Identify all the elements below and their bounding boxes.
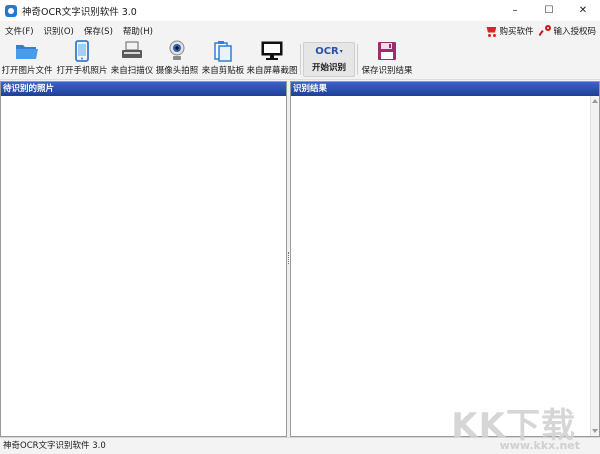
- result-panel-title: 识别结果: [291, 82, 599, 96]
- webcam-button[interactable]: 摄像头拍照: [154, 40, 200, 79]
- webcam-label: 摄像头拍照: [155, 66, 199, 76]
- splitter-grip: [288, 252, 289, 264]
- window-controls: – ☐ ✕: [498, 0, 600, 21]
- menu-file[interactable]: 文件(F): [0, 25, 39, 37]
- menu-recognize[interactable]: 识别(O): [39, 25, 79, 37]
- image-panel[interactable]: 待识别的照片: [0, 81, 287, 437]
- scroll-down-arrow-icon[interactable]: [592, 429, 598, 433]
- enter-license-label: 输入授权码: [553, 26, 596, 37]
- scanner-button[interactable]: 来自扫描仪: [110, 40, 154, 79]
- ocr-icon: OCR ▾: [315, 45, 343, 57]
- toolbar-separator: [357, 44, 358, 75]
- clipboard-icon: [214, 40, 232, 62]
- monitor-icon: [261, 40, 283, 62]
- clipboard-button[interactable]: 来自剪贴板: [200, 40, 246, 79]
- open-image-button[interactable]: 打开图片文件: [0, 40, 54, 79]
- close-button[interactable]: ✕: [566, 0, 600, 21]
- app-logo-icon: [5, 4, 17, 17]
- result-panel[interactable]: 识别结果: [290, 81, 600, 437]
- title-bar: 神奇OCR文字识别软件 3.0 – ☐ ✕: [0, 0, 600, 21]
- key-icon: [539, 25, 552, 37]
- image-panel-title: 待识别的照片: [1, 82, 286, 96]
- app-window: 神奇OCR文字识别软件 3.0 – ☐ ✕ 文件(F) 识别(O) 保存(S) …: [0, 0, 600, 454]
- start-ocr-button[interactable]: OCR ▾ 开始识别: [303, 42, 355, 77]
- open-phone-photo-label: 打开手机照片: [56, 66, 108, 76]
- webcam-icon: [168, 40, 186, 62]
- scroll-up-arrow-icon[interactable]: [592, 99, 598, 103]
- scanner-icon: [121, 40, 143, 62]
- maximize-button[interactable]: ☐: [532, 0, 566, 21]
- toolbar-separator: [300, 44, 301, 75]
- buy-software-label: 购买软件: [499, 26, 534, 37]
- open-phone-photo-button[interactable]: 打开手机照片: [54, 40, 110, 79]
- cart-icon: [484, 26, 497, 37]
- watermark: KK下载 www.kkx.net: [450, 398, 580, 454]
- save-result-label: 保存识别结果: [361, 66, 413, 76]
- toolbar: 打开图片文件 打开手机照片 来自扫描仪 摄像头拍照 来自剪贴板 来自屏幕截图 O…: [0, 40, 600, 80]
- window-title: 神奇OCR文字识别软件 3.0: [22, 6, 137, 18]
- floppy-icon: [377, 40, 397, 62]
- result-scrollbar[interactable]: [590, 96, 599, 436]
- scanner-label: 来自扫描仪: [110, 66, 154, 76]
- status-text: 神奇OCR文字识别软件 3.0: [3, 441, 106, 451]
- folder-icon: [15, 40, 39, 62]
- menu-save[interactable]: 保存(S): [79, 25, 118, 37]
- menu-right-actions: 购买软件 输入授权码: [484, 21, 596, 40]
- buy-software-link[interactable]: 购买软件: [484, 25, 533, 37]
- enter-license-link[interactable]: 输入授权码: [539, 25, 596, 37]
- save-result-button[interactable]: 保存识别结果: [360, 40, 414, 79]
- menu-bar: 文件(F) 识别(O) 保存(S) 帮助(H) 购买软件 输入授权码: [0, 21, 600, 40]
- minimize-button[interactable]: –: [498, 0, 532, 21]
- phone-icon: [75, 40, 89, 62]
- start-ocr-label: 开始识别: [311, 63, 346, 73]
- screenshot-button[interactable]: 来自屏幕截图: [246, 40, 298, 79]
- watermark-url: www.kkx.net: [499, 439, 580, 452]
- menu-help[interactable]: 帮助(H): [118, 25, 158, 37]
- open-image-label: 打开图片文件: [1, 66, 53, 76]
- screenshot-label: 来自屏幕截图: [246, 66, 298, 76]
- clipboard-label: 来自剪贴板: [201, 66, 245, 76]
